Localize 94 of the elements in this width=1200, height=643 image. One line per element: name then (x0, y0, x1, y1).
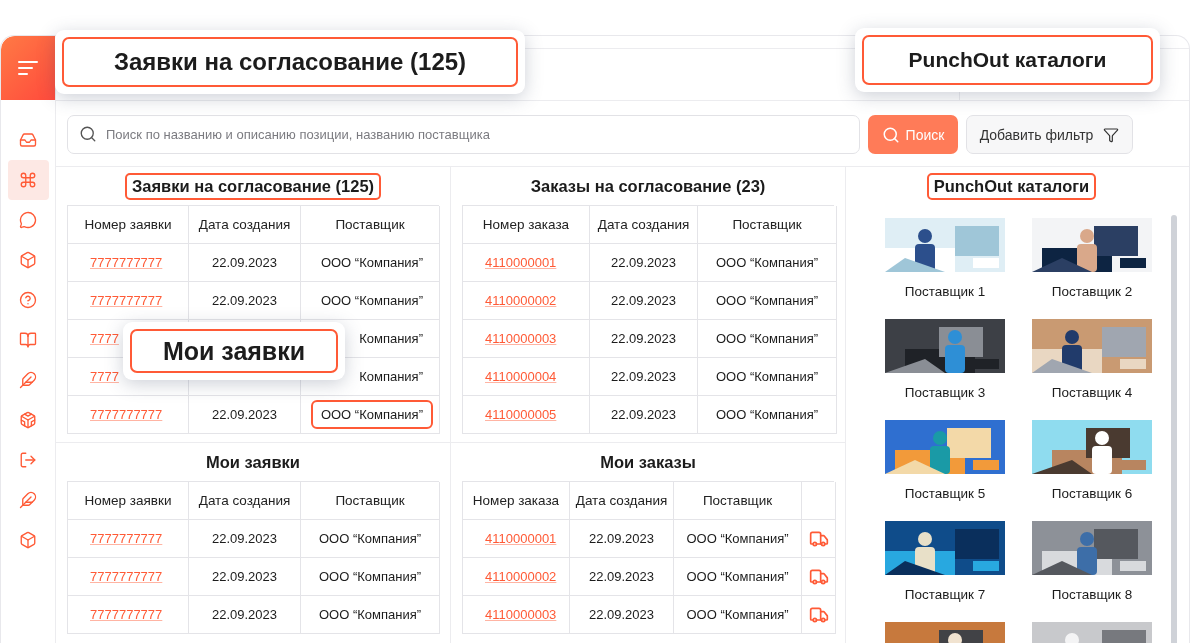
supplier-name: ООО “Компания” (685, 606, 790, 624)
callout-label: Заявки на согласование (125) (62, 37, 518, 87)
supplier-name[interactable]: Поставщик 5 (904, 486, 986, 501)
column-header: Номер заказа (463, 206, 590, 244)
supplier-name[interactable]: Поставщик 8 (1051, 587, 1133, 602)
menu-icon[interactable] (18, 61, 38, 75)
date-cell: 22.09.2023 (189, 244, 301, 282)
section-title: Мои заказы (599, 452, 697, 473)
search-icon (79, 125, 97, 143)
book-icon (19, 331, 37, 349)
order-number-link[interactable]: 4110000001 (485, 255, 557, 270)
supplier-name: ООО “Компания” (319, 254, 424, 272)
search-icon (881, 125, 900, 144)
column-header: Номер заказа (463, 482, 570, 520)
feather-icon (19, 491, 37, 509)
supplier-name: ООО “Компания” (317, 568, 423, 586)
order-number-link[interactable]: 4110000001 (485, 531, 557, 546)
supplier-name: ООО “Компания” (714, 292, 820, 310)
section-title: Мои заявки (205, 452, 301, 473)
column-header: Дата создания (590, 206, 698, 244)
date-cell: 22.09.2023 (189, 282, 301, 320)
supplier-name[interactable]: Поставщик 1 (904, 284, 986, 299)
column-header: Номер заявки (68, 482, 189, 520)
date-cell: 22.09.2023 (189, 596, 301, 634)
date-cell: 22.09.2023 (189, 396, 301, 434)
search-field[interactable]: Поиск по названию и описанию позиции, названию поставщика (67, 115, 860, 154)
column-header: Дата создания (189, 482, 301, 520)
order-number-link[interactable]: 7777 (90, 331, 119, 346)
column-header: Поставщик (674, 482, 802, 520)
box-icon (19, 251, 37, 269)
section-title: Заявки на согласование (125) (124, 173, 382, 200)
command-icon (19, 171, 37, 189)
supplier-name: ООО “Компания” (685, 568, 790, 586)
supplier-name[interactable]: Поставщик 6 (1051, 486, 1133, 501)
section-title: Заказы на согласование (23) (529, 176, 767, 197)
order-number-link[interactable]: 4110000005 (485, 407, 557, 422)
box-icon (19, 531, 37, 549)
date-cell: 22.09.2023 (570, 596, 674, 634)
supplier-name: ООО “Компания” (714, 330, 820, 348)
supplier-name[interactable]: Поставщик 2 (1051, 284, 1133, 299)
supplier-name: ООО “Компания” (310, 400, 433, 429)
date-cell: 22.09.2023 (590, 244, 698, 282)
search-button[interactable]: Поиск (868, 115, 958, 154)
logout-icon (19, 451, 37, 469)
callout-label: Мои заявки (130, 329, 338, 373)
supplier-name[interactable]: Поставщик 7 (904, 587, 986, 602)
order-number-link[interactable]: 4110000002 (485, 293, 557, 308)
section-title: PunchOut каталоги (926, 173, 1097, 200)
chat-icon (19, 211, 37, 229)
cube-icon (19, 411, 37, 429)
callout-label: PunchOut каталоги (862, 35, 1153, 85)
order-number-link[interactable]: 4110000004 (485, 369, 557, 384)
supplier-name: ООО “Компания” (319, 292, 424, 310)
order-number-link[interactable]: 7777777777 (90, 407, 163, 422)
sidebar-item[interactable] (7, 160, 49, 200)
column-header: Дата создания (189, 206, 301, 244)
supplier-name: ООО “Компания” (685, 530, 790, 548)
column-header: Поставщик (301, 206, 440, 244)
date-cell: 22.09.2023 (590, 282, 698, 320)
filter-icon (1103, 126, 1120, 143)
date-cell: 22.09.2023 (570, 520, 674, 558)
column-header: Дата создания (570, 482, 674, 520)
scrollbar[interactable] (1171, 215, 1177, 643)
supplier-name: Компания” (358, 330, 424, 348)
order-number-link[interactable]: 7777777777 (90, 293, 163, 308)
order-number-link[interactable]: 7777777777 (90, 255, 163, 270)
order-number-link[interactable]: 7777777777 (90, 569, 163, 584)
supplier-name[interactable]: Поставщик 4 (1051, 385, 1133, 400)
supplier-name: Компания” (358, 368, 424, 386)
order-number-link[interactable]: 4110000003 (485, 607, 557, 622)
supplier-name: ООО “Компания” (714, 406, 820, 424)
add-filter-button[interactable]: Добавить фильтр (966, 115, 1133, 154)
supplier-name: ООО “Компания” (714, 368, 820, 386)
order-number-link[interactable]: 4110000003 (485, 331, 557, 346)
help-icon (19, 291, 37, 309)
column-header: Поставщик (698, 206, 837, 244)
supplier-name: ООО “Компания” (317, 606, 423, 624)
date-cell: 22.09.2023 (590, 320, 698, 358)
date-cell: 22.09.2023 (590, 358, 698, 396)
inbox-icon (19, 131, 37, 149)
date-cell: 22.09.2023 (189, 520, 301, 558)
date-cell: 22.09.2023 (590, 396, 698, 434)
order-number-link[interactable]: 7777777777 (90, 607, 163, 622)
order-number-link[interactable]: 4110000002 (485, 569, 557, 584)
order-number-link[interactable]: 7777 (90, 369, 119, 384)
date-cell: 22.09.2023 (189, 558, 301, 596)
supplier-name: ООО “Компания” (317, 530, 423, 548)
feather-icon (19, 371, 37, 389)
date-cell: 22.09.2023 (570, 558, 674, 596)
column-header: Поставщик (301, 482, 440, 520)
order-number-link[interactable]: 7777777777 (90, 531, 163, 546)
supplier-name[interactable]: Поставщик 3 (904, 385, 986, 400)
column-header: Номер заявки (68, 206, 189, 244)
supplier-name: ООО “Компания” (714, 254, 820, 272)
